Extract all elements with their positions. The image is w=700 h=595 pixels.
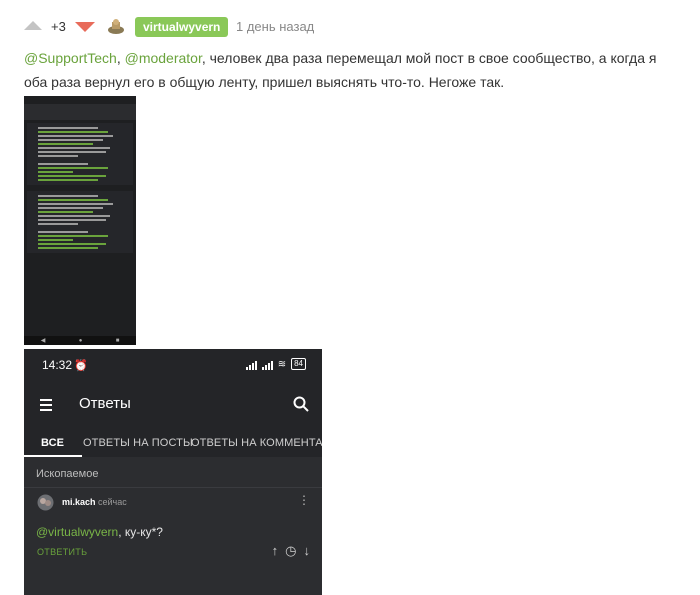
app-title: Ответы <box>79 395 131 412</box>
notification-card <box>27 123 133 185</box>
reply-text: @virtualwyvern, ку-ку*? <box>36 525 163 539</box>
comment-separator: , <box>116 50 125 66</box>
downvote-icon[interactable] <box>75 22 95 32</box>
commenter-name[interactable]: mi.kach <box>62 497 96 507</box>
arrow-down-icon[interactable]: ↓ <box>304 544 311 557</box>
upvote-icon[interactable] <box>24 21 42 30</box>
app-bar: Ответы <box>24 381 322 431</box>
menu-icon[interactable] <box>40 399 52 414</box>
attached-image-1[interactable]: ◀ ● ■ <box>24 96 136 345</box>
username-badge[interactable]: virtualwyvern <box>135 17 229 37</box>
commenter-avatar[interactable] <box>37 494 54 511</box>
search-icon[interactable] <box>292 395 310 413</box>
more-icon[interactable]: ⋮ <box>298 494 310 506</box>
signal-icon <box>261 360 273 370</box>
reply-button[interactable]: ОТВЕТИТЬ <box>37 547 87 557</box>
group-title: Ископаемое <box>36 468 99 480</box>
tab-post-replies[interactable]: ОТВЕТЫ НА ПОСТЫ <box>83 437 193 449</box>
divider <box>24 487 322 488</box>
alarm-icon: ⏰ <box>74 360 88 372</box>
status-bar: 14:32 ⏰ ≋ 84 <box>24 349 322 381</box>
battery-icon: 84 <box>291 358 306 370</box>
comment-actions: ↑ ◷ ↓ <box>272 544 311 557</box>
android-nav-bar: ◀ ● ■ <box>24 336 136 345</box>
status-time: 14:32 <box>42 358 73 372</box>
reply-body: , ку-ку*? <box>118 525 163 539</box>
status-bar <box>24 96 136 104</box>
rating-score: +3 <box>51 19 66 34</box>
arrow-up-icon[interactable]: ↑ <box>272 544 279 557</box>
attached-image-2[interactable]: 14:32 ⏰ ≋ 84 Ответы ВСЕ ОТВЕТЫ НА ПОСТЫ … <box>24 349 322 595</box>
tab-bar: ВСЕ ОТВЕТЫ НА ПОСТЫ ОТВЕТЫ НА КОММЕНТАР <box>24 431 322 457</box>
wifi-icon: ≋ <box>277 359 287 370</box>
comment-time: сейчас <box>98 497 127 507</box>
comment-text: @SupportTech, @moderator, человек два ра… <box>24 46 674 94</box>
user-avatar[interactable] <box>107 17 125 35</box>
back-icon: ◀ <box>40 338 46 344</box>
signal-icon <box>245 360 257 370</box>
notification-header <box>24 104 136 120</box>
mention-link[interactable]: @virtualwyvern <box>36 525 118 539</box>
mention-link[interactable]: @SupportTech <box>24 50 117 66</box>
notification-card <box>27 191 133 253</box>
home-icon: ● <box>78 337 83 344</box>
tab-all[interactable]: ВСЕ <box>41 437 64 449</box>
tab-comment-replies[interactable]: ОТВЕТЫ НА КОММЕНТАР <box>191 437 322 449</box>
comment-time[interactable]: 1 день назад <box>236 19 314 34</box>
active-tab-indicator <box>24 455 82 457</box>
mention-link[interactable]: @moderator <box>125 50 202 66</box>
clock-icon[interactable]: ◷ <box>285 544 296 557</box>
recents-icon: ■ <box>115 337 120 344</box>
